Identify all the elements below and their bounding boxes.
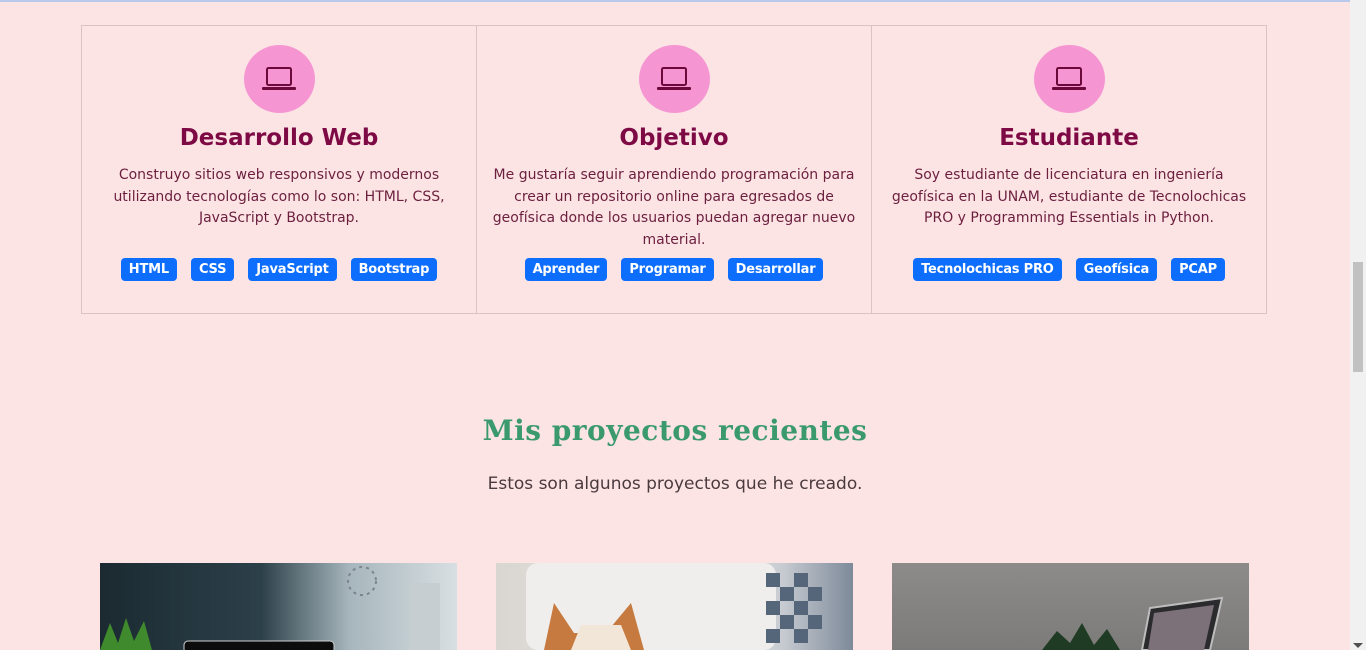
feature-icon-circle	[243, 45, 315, 113]
feature-icon-circle	[1033, 45, 1105, 113]
feature-title: Desarrollo Web	[179, 125, 379, 151]
badge-list: Aprender Programar Desarrollar	[477, 258, 871, 281]
top-border	[0, 0, 1350, 2]
projects-subtitle: Estos son algunos proyectos que he cread…	[487, 474, 863, 494]
badge-aprender: Aprender	[524, 258, 608, 281]
project-thumbnail-1[interactable]	[100, 563, 457, 650]
feature-description: Soy estudiante de licenciatura en ingeni…	[891, 167, 1247, 226]
scroll-down-arrow-icon[interactable]	[1353, 643, 1363, 648]
feature-card-web: Desarrollo Web Construyo sitios web resp…	[81, 25, 477, 314]
feature-icon-circle	[638, 45, 710, 113]
project-image-3	[1042, 596, 1224, 650]
badge-javascript: JavaScript	[248, 258, 337, 281]
feature-card-estudiante: Estudiante Soy estudiante de licenciatur…	[871, 25, 1267, 314]
badge-pcap: PCAP	[1171, 258, 1225, 281]
project-image-1	[100, 566, 440, 650]
badge-desarrollar: Desarrollar	[727, 258, 824, 281]
laptop-icon	[657, 67, 691, 90]
project-thumbnail-2[interactable]	[496, 563, 853, 650]
features-row: Desarrollo Web Construyo sitios web resp…	[81, 25, 1269, 314]
badge-html: HTML	[120, 258, 177, 281]
badge-css: CSS	[190, 258, 235, 281]
badge-list: Tecnolochicas PRO Geofísica PCAP	[872, 258, 1266, 281]
project-image-2	[526, 563, 822, 650]
badge-geofisica: Geofísica	[1075, 258, 1158, 281]
badge-tecnolochicas: Tecnolochicas PRO	[913, 258, 1062, 281]
badge-programar: Programar	[621, 258, 714, 281]
scrollbar-thumb[interactable]	[1353, 262, 1363, 372]
feature-title: Estudiante	[999, 125, 1139, 151]
vertical-scrollbar[interactable]	[1350, 0, 1366, 650]
laptop-icon	[262, 67, 296, 90]
laptop-icon	[1052, 67, 1086, 90]
projects-heading: Mis proyectos recientes	[482, 414, 868, 447]
badge-bootstrap: Bootstrap	[350, 258, 438, 281]
project-thumbnail-3[interactable]	[892, 563, 1249, 650]
badge-list: HTML CSS JavaScript Bootstrap	[82, 258, 476, 281]
feature-card-objetivo: Objetivo Me gustaría seguir aprendiendo …	[476, 25, 872, 314]
feature-title: Objetivo	[619, 125, 729, 151]
feature-description: Me gustaría seguir aprendiendo programac…	[492, 167, 856, 248]
feature-description: Construyo sitios web responsivos y moder…	[113, 167, 445, 226]
